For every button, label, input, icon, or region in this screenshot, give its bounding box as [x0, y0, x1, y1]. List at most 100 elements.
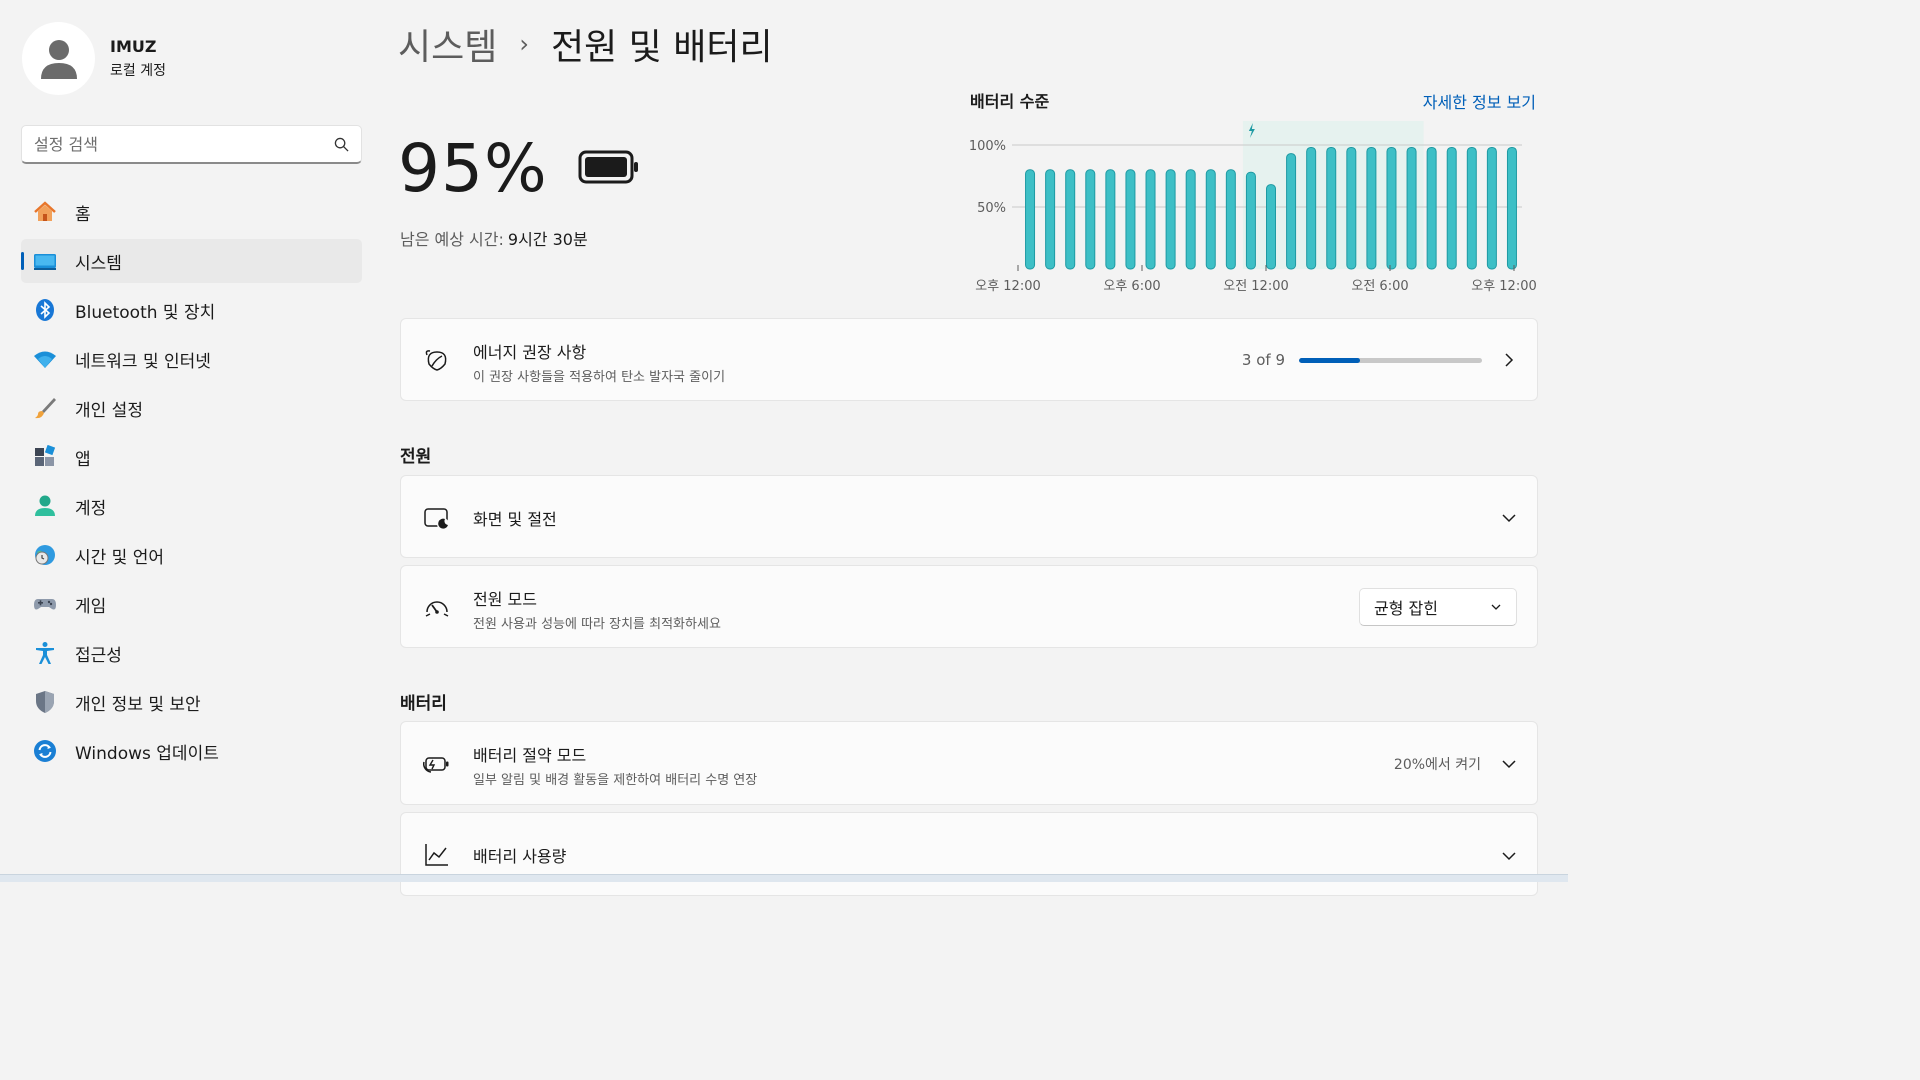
battery-bar: [1446, 146, 1457, 270]
battery-bar: [1306, 146, 1317, 270]
sidebar-item-accessibility[interactable]: 접근성: [21, 631, 362, 675]
battery-bar: [1346, 146, 1357, 270]
battery-saver-card[interactable]: 배터리 절약 모드 일부 알림 및 배경 활동을 제한하여 배터리 수명 연장 …: [400, 721, 1538, 805]
section-battery-heading: 배터리: [400, 694, 447, 714]
battery-bar: [1245, 171, 1256, 270]
x-tick-label: 오전 12:00: [1223, 279, 1289, 294]
sidebar-item-label: 게임: [75, 596, 107, 617]
apps-icon: [33, 445, 57, 469]
battery-saver-status: 20%에서 켜기: [1393, 757, 1481, 773]
chevron-down-icon[interactable]: [1501, 848, 1517, 864]
screen-sleep-icon: [423, 505, 451, 533]
system-icon: [33, 249, 57, 273]
power-mode-title: 전원 모드: [473, 590, 537, 609]
sidebar-item-privacy[interactable]: 개인 정보 및 보안: [21, 680, 362, 724]
battery-bar: [1065, 169, 1076, 270]
wifi-icon: [33, 347, 57, 371]
energy-recommendations-card[interactable]: 에너지 권장 사항 이 권장 사항들을 적용하여 탄소 발자국 줄이기 3 of…: [400, 318, 1538, 401]
sidebar-item-label: Bluetooth 및 장치: [75, 302, 216, 323]
chevron-down-icon[interactable]: [1501, 756, 1517, 772]
battery-bar: [1386, 146, 1397, 270]
battery-bar: [1466, 146, 1477, 270]
sidebar-item-label: 개인 설정: [75, 400, 143, 421]
sidebar-item-time-language[interactable]: 시간 및 언어: [21, 533, 362, 577]
gamepad-icon: [33, 592, 57, 616]
battery-saver-icon: [423, 750, 451, 778]
accessibility-icon: [33, 641, 57, 665]
battery-bar: [1145, 169, 1156, 270]
sidebar-item-accounts[interactable]: 계정: [21, 484, 362, 528]
search-icon[interactable]: [334, 137, 349, 152]
taskbar-edge: [0, 874, 1568, 882]
sidebar-item-home[interactable]: 홈: [21, 190, 362, 234]
search-box[interactable]: [21, 125, 362, 164]
sidebar-item-label: 시스템: [75, 253, 122, 274]
chevron-right-icon[interactable]: [1501, 352, 1517, 368]
battery-summary: 95%: [398, 130, 640, 207]
avatar[interactable]: [22, 22, 95, 95]
energy-title: 에너지 권장 사항: [473, 343, 587, 362]
user-icon: [40, 39, 77, 79]
sidebar-item-label: 개인 정보 및 보안: [75, 694, 201, 715]
battery-bar: [1185, 169, 1196, 270]
battery-bar: [1025, 169, 1036, 270]
x-tick-label: 오후 12:00: [975, 279, 1041, 294]
battery-bar: [1225, 169, 1236, 270]
section-power-heading: 전원: [400, 447, 432, 467]
battery-saver-title: 배터리 절약 모드: [473, 746, 587, 765]
home-icon: [33, 200, 57, 224]
battery-bar: [1085, 169, 1096, 270]
battery-percent: 95%: [398, 130, 548, 207]
sidebar-item-label: 네트워크 및 인터넷: [75, 351, 211, 372]
sidebar-item-apps[interactable]: 앱: [21, 435, 362, 479]
details-link[interactable]: 자세한 정보 보기: [1423, 89, 1536, 113]
profile-account-type: 로컬 계정: [110, 63, 166, 79]
sidebar-item-label: 접근성: [75, 645, 122, 666]
battery-bar: [1205, 169, 1216, 270]
battery-saver-subtitle: 일부 알림 및 배경 활동을 제한하여 배터리 수명 연장: [473, 773, 758, 788]
update-icon: [33, 739, 57, 763]
x-tick-label: 오후 12:00: [1471, 279, 1537, 294]
energy-progress-bar: [1299, 357, 1482, 363]
battery-bar: [1406, 146, 1417, 270]
sidebar-item-network[interactable]: 네트워크 및 인터넷: [21, 337, 362, 381]
sidebar-item-bluetooth[interactable]: Bluetooth 및 장치: [21, 288, 362, 332]
battery-usage-card[interactable]: 배터리 사용량: [400, 812, 1538, 896]
globe-clock-icon: [33, 543, 57, 567]
power-mode-dropdown[interactable]: 균형 잡힌: [1359, 588, 1517, 626]
bluetooth-icon: [33, 298, 57, 322]
x-tick-label: 오전 6:00: [1351, 279, 1408, 294]
battery-bar: [1165, 169, 1176, 270]
remaining-time-value: 9시간 30분: [507, 230, 588, 249]
account-icon: [33, 494, 57, 518]
brush-icon: [33, 396, 57, 420]
breadcrumb-parent[interactable]: 시스템: [398, 18, 497, 70]
battery-bar: [1486, 146, 1497, 270]
sidebar-item-label: 시간 및 언어: [75, 547, 165, 568]
sidebar-item-windows-update[interactable]: Windows 업데이트: [21, 729, 362, 773]
energy-progress: 3 of 9: [1242, 351, 1482, 369]
profile[interactable]: IMUZ 로컬 계정: [22, 22, 166, 95]
remaining-time: 남은 예상 시간: 9시간 30분: [400, 226, 588, 250]
power-mode-card: 전원 모드 전원 사용과 성능에 따라 장치를 최적화하세요 균형 잡힌: [400, 565, 1538, 648]
battery-bar: [1105, 169, 1116, 270]
sidebar-item-gaming[interactable]: 게임: [21, 582, 362, 626]
y-tick-label: 100%: [969, 139, 1006, 154]
chevron-down-icon[interactable]: [1501, 510, 1517, 526]
chevron-down-icon: [1491, 604, 1501, 610]
battery-bar: [1426, 146, 1437, 270]
sidebar-nav: 홈 시스템 Bluetooth 및 장치 네트워크 및 인터넷 개인 설정 앱 …: [21, 190, 362, 778]
sidebar-item-label: 홈: [75, 204, 91, 225]
line-chart-icon: [423, 841, 451, 869]
battery-bar: [1366, 146, 1377, 270]
search-input[interactable]: [34, 134, 334, 154]
sidebar-item-label: 계정: [75, 498, 107, 519]
sidebar-item-personalization[interactable]: 개인 설정: [21, 386, 362, 430]
sidebar-item-system[interactable]: 시스템: [21, 239, 362, 283]
screen-sleep-card[interactable]: 화면 및 절전: [400, 475, 1538, 558]
breadcrumb: 시스템 › 전원 및 배터리: [398, 18, 773, 70]
battery-icon: [578, 149, 640, 189]
battery-bar: [1286, 153, 1297, 270]
battery-bar: [1125, 169, 1136, 270]
breadcrumb-separator: ›: [519, 30, 529, 58]
